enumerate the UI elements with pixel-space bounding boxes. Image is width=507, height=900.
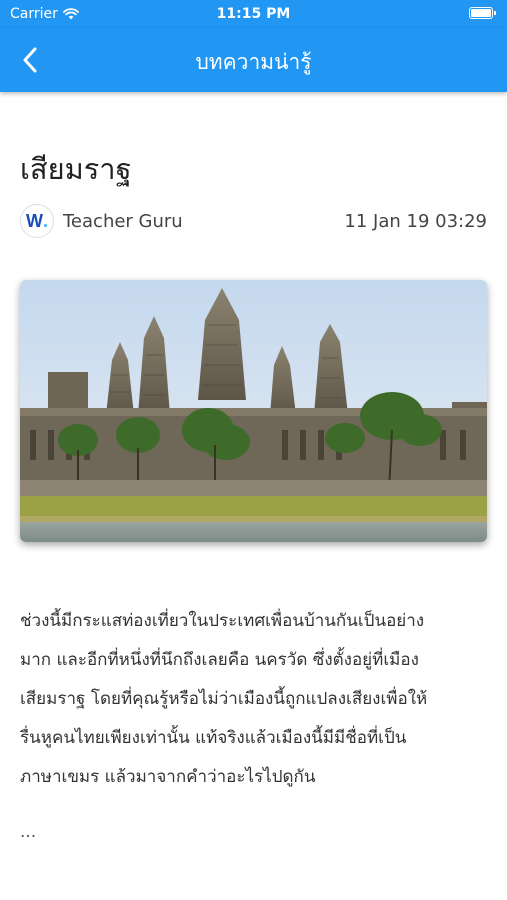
article-body: ช่วงนี้มีกระแสท่องเที่ยวในประเทศเพื่อนบ้… <box>20 602 487 797</box>
battery-icon <box>469 7 496 19</box>
body-line: มาก และอีกที่หนึ่งที่นึกถึงเลยคือ นครวัด… <box>20 650 419 670</box>
page-title: บทความน่ารู้ <box>195 50 312 74</box>
body-line: เสียมราฐ โดยที่คุณรู้หรือไม่ว่าเมืองนี้ถ… <box>20 689 428 709</box>
avatar-letter: W <box>25 210 43 231</box>
body-line: รื่นหูคนไทยเพียงเท่านั้น แท้จริงแล้วเมือ… <box>20 728 407 748</box>
body-line: ภาษาเขมร แล้วมาจากคำว่าอะไรไปดูกัน <box>20 767 316 787</box>
status-time: 11:15 PM <box>216 6 291 22</box>
navigation-bar: บทความน่ารู้ <box>0 28 507 92</box>
author-avatar[interactable]: W. <box>20 204 54 238</box>
angkor-wat-illustration <box>20 280 487 542</box>
author-row: W. Teacher Guru 11 Jan 19 03:29 <box>20 203 487 241</box>
body-line: ช่วงนี้มีกระแสท่องเที่ยวในประเทศเพื่อนบ้… <box>20 611 425 631</box>
author-name[interactable]: Teacher Guru <box>63 211 183 232</box>
avatar-dot: . <box>42 210 48 231</box>
continue-ellipsis: ... <box>20 822 37 842</box>
post-date: 11 Jan 19 03:29 <box>344 211 487 232</box>
article-hero-image <box>20 280 487 542</box>
status-bar: Carrier 11:15 PM <box>0 0 507 28</box>
article-title: เสียมราฐ <box>20 152 132 186</box>
